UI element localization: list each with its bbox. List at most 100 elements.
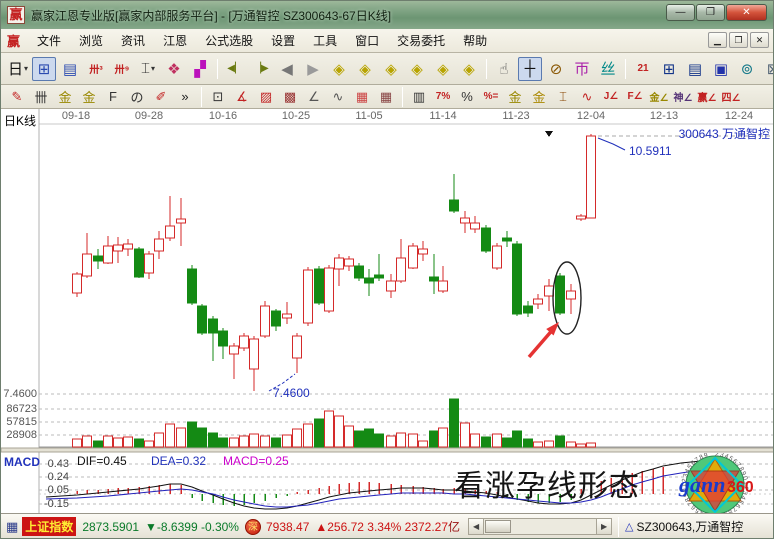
high-pointer-line bbox=[598, 138, 625, 150]
dif-value-label: DIF=0.45 bbox=[77, 454, 127, 468]
mdi-minimize-button[interactable]: ▁ bbox=[708, 32, 727, 48]
gold-circle-button[interactable]: 金 bbox=[504, 87, 526, 107]
horizontal-scrollbar[interactable]: ◀ ▶ bbox=[468, 518, 612, 535]
close-button[interactable]: ✕ bbox=[726, 4, 767, 21]
zigzag-button[interactable]: ∿ bbox=[327, 87, 349, 107]
shen-angle-button[interactable]: 神∠ bbox=[672, 87, 694, 107]
index-name-badge[interactable]: 上证指数 bbox=[22, 517, 76, 536]
diamond-expand-button[interactable]: ◈ bbox=[379, 57, 403, 81]
volume-bar bbox=[439, 428, 448, 447]
volume-bar bbox=[345, 426, 354, 447]
period-day-button[interactable]: 日▾ bbox=[6, 57, 30, 81]
panel-divider[interactable] bbox=[1, 448, 774, 452]
menu-item-menu-trade[interactable]: 交易委托 bbox=[388, 32, 454, 50]
calculator-button[interactable]: ⊞ bbox=[657, 57, 681, 81]
gann-band-button[interactable]: 帀 bbox=[570, 57, 594, 81]
nav-prev-button[interactable]: ◀ bbox=[275, 57, 299, 81]
toolbar-separator bbox=[217, 59, 218, 79]
nav-last-button[interactable]: ▕▶ bbox=[249, 57, 273, 81]
menu-item-menu-tools[interactable]: 工具 bbox=[304, 32, 346, 50]
chart-region[interactable]: 日K线 09-1809-2810-1610-2511-0511-1411-231… bbox=[1, 109, 774, 513]
volume-bar bbox=[177, 428, 186, 447]
hand-tool-button[interactable]: ☝ bbox=[492, 57, 516, 81]
date-label: 09-18 bbox=[54, 110, 98, 122]
index-value: 2873.5901 bbox=[82, 520, 139, 534]
wave-brain-button[interactable]: 丝 bbox=[596, 57, 620, 81]
remote-button[interactable]: ⊠ bbox=[761, 57, 774, 81]
candle-pen-button[interactable]: ⌶ bbox=[552, 87, 574, 107]
save-button[interactable]: ▣ bbox=[709, 57, 733, 81]
gann-grid-button[interactable]: ▩ bbox=[279, 87, 301, 107]
maximize-button[interactable]: ❐ bbox=[696, 4, 725, 21]
pattern-search-button[interactable]: ❖ bbox=[162, 57, 186, 81]
multi-chart-button[interactable]: ⊞ bbox=[32, 57, 56, 81]
diamond-zoomout-button[interactable]: ◈ bbox=[431, 57, 455, 81]
gold-angle-button[interactable]: 金∠ bbox=[648, 87, 670, 107]
menu-item-menu-formula-stockpick[interactable]: 公式选股 bbox=[196, 32, 262, 50]
calendar-button[interactable]: 21 bbox=[631, 57, 655, 81]
menu-item-menu-settings[interactable]: 设置 bbox=[262, 32, 304, 50]
macd-scale-2: 0.24 bbox=[39, 471, 69, 483]
menu-item-menu-help[interactable]: 帮助 bbox=[454, 32, 496, 50]
more-button[interactable]: » bbox=[174, 87, 196, 107]
diamond-shrink-button[interactable]: ◈ bbox=[405, 57, 429, 81]
angles-button[interactable]: ∠ bbox=[303, 87, 325, 107]
scroll-left-arrow[interactable]: ◀ bbox=[468, 518, 484, 535]
box-tool-button[interactable]: ⊡ bbox=[207, 87, 229, 107]
shenzhen-badge[interactable]: 深 bbox=[245, 519, 261, 535]
grid-ruler-button[interactable]: 卌 bbox=[30, 87, 52, 107]
percent-button[interactable]: % bbox=[456, 87, 478, 107]
ying-angle-button[interactable]: 赢∠ bbox=[696, 87, 718, 107]
candle bbox=[513, 241, 522, 316]
percent7-button[interactable]: 7% bbox=[432, 87, 454, 107]
volume-bar bbox=[430, 431, 439, 447]
grid-b-button[interactable]: ▦ bbox=[375, 87, 397, 107]
kline3-button[interactable]: 卅³ bbox=[84, 57, 108, 81]
diamond-left-button[interactable]: ◈ bbox=[327, 57, 351, 81]
j-angle-button[interactable]: J∠ bbox=[600, 87, 622, 107]
candle bbox=[461, 211, 470, 233]
wave-av-button[interactable]: ∿ bbox=[576, 87, 598, 107]
diamond-right-button[interactable]: ◈ bbox=[353, 57, 377, 81]
spiral-button[interactable]: の bbox=[126, 87, 148, 107]
menu-item-menu-file[interactable]: 文件 bbox=[28, 32, 70, 50]
minimize-button[interactable]: — bbox=[666, 4, 695, 21]
gann-fan-button[interactable]: ∡ bbox=[231, 87, 253, 107]
scrollbar-thumb[interactable] bbox=[485, 520, 511, 533]
gold-grid2-button[interactable]: 金 bbox=[78, 87, 100, 107]
gann-box-button[interactable]: ▨ bbox=[255, 87, 277, 107]
percent-line-button[interactable]: %= bbox=[480, 87, 502, 107]
mdi-close-button[interactable]: ✕ bbox=[750, 32, 769, 48]
grid-a-button[interactable]: ▦ bbox=[351, 87, 373, 107]
menu-item-menu-news[interactable]: 资讯 bbox=[112, 32, 154, 50]
nav-first-button[interactable]: ◀▏ bbox=[223, 57, 247, 81]
scrollbar-track[interactable] bbox=[484, 518, 596, 535]
si-angle-button[interactable]: 四∠ bbox=[720, 87, 742, 107]
pen-grid-button[interactable]: ✐ bbox=[150, 87, 172, 107]
pattern-annotation: 看涨孕线形态 bbox=[454, 461, 640, 505]
crosshair-button[interactable]: ┼ bbox=[518, 57, 542, 81]
diamond-zoomin-button[interactable]: ◈ bbox=[457, 57, 481, 81]
menu-item-menu-gann[interactable]: 江恩 bbox=[154, 32, 196, 50]
low-price-axis-label: 7.4600 bbox=[1, 388, 37, 400]
color-kline-button[interactable]: ▞ bbox=[188, 57, 212, 81]
nav-next-button[interactable]: ▶ bbox=[301, 57, 325, 81]
candle bbox=[198, 304, 207, 335]
gold-line-button[interactable]: 金 bbox=[528, 87, 550, 107]
scroll-right-arrow[interactable]: ▶ bbox=[596, 518, 612, 535]
f-angle-button[interactable]: F∠ bbox=[624, 87, 646, 107]
zoom-tool-button[interactable]: ⊘ bbox=[544, 57, 568, 81]
notebook-button[interactable]: ▤ bbox=[683, 57, 707, 81]
kstat-button[interactable]: ▥ bbox=[408, 87, 430, 107]
menu-item-menu-window[interactable]: 窗口 bbox=[346, 32, 388, 50]
info-board-button[interactable]: ▤ bbox=[58, 57, 82, 81]
mdi-restore-button[interactable]: ❐ bbox=[729, 32, 748, 48]
web-export-button[interactable]: ⊚ bbox=[735, 57, 759, 81]
kline9-button[interactable]: 卅⁹ bbox=[110, 57, 134, 81]
menu-item-menu-browse[interactable]: 浏览 bbox=[70, 32, 112, 50]
market-grid-icon[interactable]: ▦ bbox=[6, 519, 18, 535]
draw-pen-button[interactable]: ✎ bbox=[6, 87, 28, 107]
candle-style-button[interactable]: ⌶▾ bbox=[136, 57, 160, 81]
gold-grid-button[interactable]: 金 bbox=[54, 87, 76, 107]
f-grid-button[interactable]: F bbox=[102, 87, 124, 107]
